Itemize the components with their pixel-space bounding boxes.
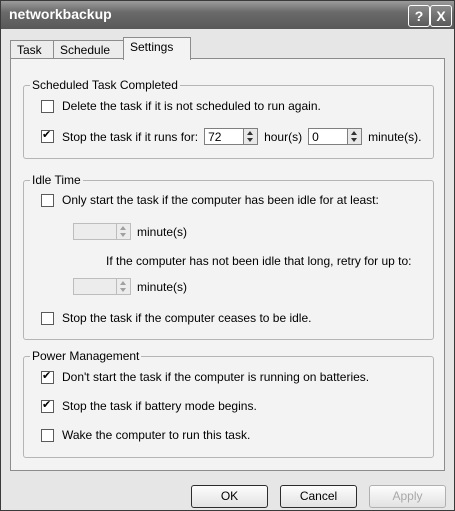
hours-input[interactable]: 72 (204, 128, 245, 145)
apply-button[interactable]: Apply (369, 485, 446, 508)
window-title: networkbackup (9, 6, 112, 22)
retry-minutes-unit-label: minute(s) (137, 279, 188, 294)
delete-task-checkbox[interactable] (41, 99, 54, 113)
stop-task-row: Stop the task if it runs for: 72 hour(s)… (41, 128, 421, 145)
minutes-spin-arrows[interactable] (348, 128, 363, 145)
tab-schedule[interactable]: Schedule (53, 40, 124, 59)
idle-minutes-stepper[interactable] (73, 223, 131, 240)
wake-computer-row: Wake the computer to run this task. (41, 428, 250, 442)
dont-start-batteries-checkbox[interactable] (41, 369, 54, 384)
dont-start-batteries-row: Don't start the task if the computer is … (41, 369, 370, 384)
retry-label: If the computer has not been idle that l… (106, 254, 412, 268)
stop-battery-mode-row: Stop the task if battery mode begins. (41, 398, 257, 413)
help-button[interactable]: ? (408, 5, 430, 27)
minutes-stepper[interactable]: 0 (308, 128, 363, 145)
stop-task-checkbox[interactable] (41, 128, 54, 143)
close-button[interactable]: X (430, 5, 452, 27)
tab-task[interactable]: Task (10, 40, 54, 59)
only-start-checkbox[interactable] (41, 193, 54, 207)
scheduled-group-title: Scheduled Task Completed (30, 78, 180, 92)
idle-group-title: Idle Time (30, 173, 83, 187)
delete-task-label: Delete the task if it is not scheduled t… (62, 99, 321, 113)
ok-button[interactable]: OK (191, 485, 268, 508)
wake-computer-label: Wake the computer to run this task. (62, 428, 251, 442)
only-start-label: Only start the task if the computer has … (62, 193, 379, 207)
idle-minutes-spin-arrows[interactable] (117, 223, 131, 240)
minutes-input[interactable]: 0 (308, 128, 349, 145)
power-group-title: Power Management (30, 349, 142, 363)
idle-minutes-unit-label: minute(s) (137, 224, 188, 239)
retry-minutes-input[interactable] (73, 278, 117, 295)
dialog-window: networkbackup ? X Task Schedule Settings… (0, 0, 455, 511)
scheduled-task-group: Scheduled Task Completed Delete the task… (23, 78, 434, 159)
idle-time-group: Idle Time Only start the task if the com… (23, 173, 434, 340)
hours-spin-arrows[interactable] (244, 128, 259, 145)
cancel-button[interactable]: Cancel (280, 485, 357, 508)
title-bar[interactable]: networkbackup ? X (1, 1, 454, 29)
hours-unit-label: hour(s) (264, 129, 303, 144)
delete-task-row: Delete the task if it is not scheduled t… (41, 99, 321, 113)
stop-idle-label: Stop the task if the computer ceases to … (62, 311, 312, 325)
minutes-unit-label: minute(s). (368, 129, 422, 144)
retry-row: If the computer has not been idle that l… (106, 254, 412, 268)
tab-settings[interactable]: Settings (123, 37, 191, 60)
stop-task-label: Stop the task if it runs for: (62, 129, 199, 144)
retry-minutes-stepper[interactable] (73, 278, 131, 295)
stop-battery-mode-label: Stop the task if battery mode begins. (62, 399, 257, 413)
dont-start-batteries-label: Don't start the task if the computer is … (62, 370, 370, 384)
retry-minutes-row: minute(s) (73, 278, 187, 295)
retry-minutes-spin-arrows[interactable] (117, 278, 131, 295)
only-start-row: Only start the task if the computer has … (41, 193, 379, 207)
power-management-group: Power Management Don't start the task if… (23, 349, 434, 458)
idle-minutes-row: minute(s) (73, 223, 187, 240)
stop-idle-row: Stop the task if the computer ceases to … (41, 311, 311, 325)
hours-stepper[interactable]: 72 (204, 128, 259, 145)
stop-idle-checkbox[interactable] (41, 311, 54, 325)
stop-battery-mode-checkbox[interactable] (41, 398, 54, 413)
wake-computer-checkbox[interactable] (41, 428, 54, 442)
settings-page: Scheduled Task Completed Delete the task… (10, 58, 445, 471)
idle-minutes-input[interactable] (73, 223, 117, 240)
